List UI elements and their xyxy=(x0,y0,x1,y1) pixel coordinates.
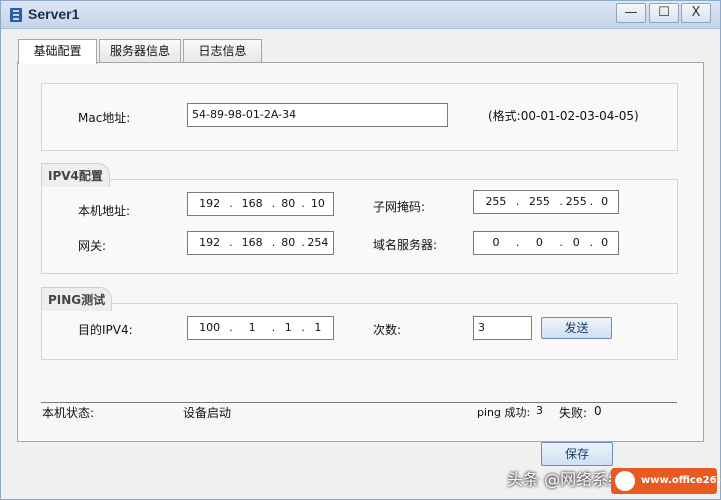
maximize-button[interactable]: ☐ xyxy=(649,3,679,23)
maximize-icon: ☐ xyxy=(658,5,670,20)
ping-count-input[interactable]: 3 xyxy=(473,316,532,340)
fail-value: 0 xyxy=(594,404,602,418)
close-icon: X xyxy=(691,5,701,20)
local-ip-label: 本机地址: xyxy=(78,204,131,218)
ping-count-label: 次数: xyxy=(373,323,402,337)
ipv4-group-label: IPV4配置 xyxy=(41,163,110,187)
mac-format-hint: (格式:00-01-02-03-04-05) xyxy=(488,109,639,123)
ip-octet: 1 xyxy=(248,321,256,334)
ip-octet: 0 xyxy=(535,236,543,249)
title-bar[interactable]: Server1 — ☐ X xyxy=(1,1,720,29)
dns-label: 域名服务器: xyxy=(373,238,438,252)
gateway-input[interactable]: 192. 168. 80. 254 xyxy=(187,231,334,255)
watermark-logo: www.office26.com xyxy=(611,468,721,494)
ip-octet: 255 xyxy=(565,195,587,208)
subnet-label: 子网掩码: xyxy=(373,200,426,214)
tab-basic-config[interactable]: 基础配置 xyxy=(18,39,97,64)
tab-label: 日志信息 xyxy=(198,44,247,58)
ip-octet: 80 xyxy=(281,236,296,249)
ip-octet: 0 xyxy=(492,236,500,249)
window-title: Server1 xyxy=(28,6,80,22)
ip-octet: 80 xyxy=(281,197,296,210)
mac-input[interactable]: 54-89-98-01-2A-34 xyxy=(187,103,448,127)
tab-label: 基础配置 xyxy=(33,44,82,58)
ip-octet: 1 xyxy=(314,321,322,334)
ip-octet: 100 xyxy=(199,321,221,334)
app-icon xyxy=(10,8,22,22)
status-label: 本机状态: xyxy=(42,406,95,420)
ip-octet: 168 xyxy=(241,236,263,249)
local-ip-input[interactable]: 192. 168. 80. 10 xyxy=(187,192,334,216)
ping-target-input[interactable]: 100. 1. 1. 1 xyxy=(187,316,334,340)
ip-octet: 0 xyxy=(572,236,580,249)
minimize-button[interactable]: — xyxy=(616,3,646,23)
server-config-window: Server1 — ☐ X 基础配置 服务器信息 日志信息 Mac地址: 54-… xyxy=(0,0,721,500)
subnet-input[interactable]: 255. 255. 255. 0 xyxy=(473,190,619,214)
dns-input[interactable]: 0. 0. 0. 0 xyxy=(473,231,619,255)
ping-success-value: 3 xyxy=(536,404,543,417)
tab-server-info[interactable]: 服务器信息 xyxy=(99,39,181,63)
ping-target-label: 目的IPV4: xyxy=(78,323,133,337)
fail-label: 失败: xyxy=(559,406,588,420)
ip-octet: 192 xyxy=(199,236,221,249)
ip-octet: 0 xyxy=(601,195,609,208)
ip-octet: 255 xyxy=(528,195,550,208)
minimize-icon: — xyxy=(624,5,638,20)
tab-log-info[interactable]: 日志信息 xyxy=(183,39,262,63)
ip-octet: 168 xyxy=(241,197,263,210)
watermark-logo-text: www.office26.com xyxy=(641,475,721,486)
ping-group-label: PING测试 xyxy=(41,287,113,311)
ip-octet: 192 xyxy=(199,197,221,210)
mac-label: Mac地址: xyxy=(78,111,131,125)
ip-octet: 0 xyxy=(601,236,609,249)
gateway-label: 网关: xyxy=(78,239,107,253)
send-button[interactable]: 发送 xyxy=(541,317,612,339)
save-button[interactable]: 保存 xyxy=(541,442,613,466)
office-logo-icon xyxy=(615,471,635,491)
ip-octet: 254 xyxy=(307,236,329,249)
ip-octet: 10 xyxy=(310,197,325,210)
close-button[interactable]: X xyxy=(681,3,711,23)
ip-octet: 1 xyxy=(284,321,292,334)
ping-success-label: ping 成功: xyxy=(477,406,531,419)
status-value: 设备启动 xyxy=(183,406,232,420)
tab-label: 服务器信息 xyxy=(109,44,170,58)
status-divider xyxy=(41,402,677,403)
ip-octet: 255 xyxy=(485,195,507,208)
